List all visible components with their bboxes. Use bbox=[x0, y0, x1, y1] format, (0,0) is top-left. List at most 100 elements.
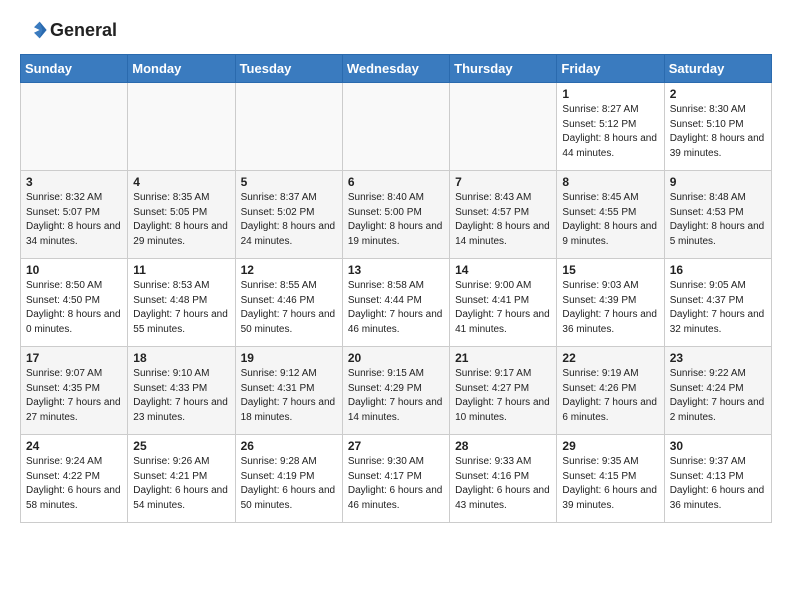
day-number: 27 bbox=[348, 439, 444, 453]
day-number: 9 bbox=[670, 175, 766, 189]
day-info: Sunrise: 8:53 AM Sunset: 4:48 PM Dayligh… bbox=[133, 279, 229, 337]
day-info: Sunrise: 9:03 AM Sunset: 4:39 PM Dayligh… bbox=[562, 279, 658, 337]
day-info: Sunrise: 9:10 AM Sunset: 4:33 PM Dayligh… bbox=[133, 367, 229, 425]
day-info: Sunrise: 9:24 AM Sunset: 4:22 PM Dayligh… bbox=[26, 455, 122, 513]
weekday-monday: Monday bbox=[128, 55, 235, 83]
week-row-2: 3Sunrise: 8:32 AM Sunset: 5:07 PM Daylig… bbox=[21, 171, 772, 259]
day-info: Sunrise: 8:30 AM Sunset: 5:10 PM Dayligh… bbox=[670, 103, 766, 161]
day-info: Sunrise: 9:26 AM Sunset: 4:21 PM Dayligh… bbox=[133, 455, 229, 513]
logo-text: General bbox=[50, 20, 117, 41]
day-info: Sunrise: 8:50 AM Sunset: 4:50 PM Dayligh… bbox=[26, 279, 122, 337]
day-number: 14 bbox=[455, 263, 551, 277]
day-info: Sunrise: 8:48 AM Sunset: 4:53 PM Dayligh… bbox=[670, 191, 766, 249]
day-number: 11 bbox=[133, 263, 229, 277]
day-number: 20 bbox=[348, 351, 444, 365]
day-info: Sunrise: 8:37 AM Sunset: 5:02 PM Dayligh… bbox=[241, 191, 337, 249]
week-row-3: 10Sunrise: 8:50 AM Sunset: 4:50 PM Dayli… bbox=[21, 259, 772, 347]
day-number: 8 bbox=[562, 175, 658, 189]
day-cell: 1Sunrise: 8:27 AM Sunset: 5:12 PM Daylig… bbox=[557, 83, 664, 171]
day-info: Sunrise: 9:15 AM Sunset: 4:29 PM Dayligh… bbox=[348, 367, 444, 425]
logo-name: General bbox=[20, 16, 117, 44]
day-number: 16 bbox=[670, 263, 766, 277]
day-info: Sunrise: 9:00 AM Sunset: 4:41 PM Dayligh… bbox=[455, 279, 551, 337]
weekday-header-row: SundayMondayTuesdayWednesdayThursdayFrid… bbox=[21, 55, 772, 83]
day-cell: 19 Sunrise: 9:12 AM Sunset: 4:31 PM Dayli… bbox=[235, 347, 342, 435]
day-cell: 23Sunrise: 9:22 AM Sunset: 4:24 PM Dayli… bbox=[664, 347, 771, 435]
weekday-sunday: Sunday bbox=[21, 55, 128, 83]
weekday-wednesday: Wednesday bbox=[342, 55, 449, 83]
logo-icon bbox=[20, 16, 48, 44]
day-number: 17 bbox=[26, 351, 122, 365]
day-number: 25 bbox=[133, 439, 229, 453]
day-cell bbox=[235, 83, 342, 171]
day-info: Sunrise: 9:33 AM Sunset: 4:16 PM Dayligh… bbox=[455, 455, 551, 513]
day-number: 19 bbox=[241, 351, 337, 365]
day-cell: 10Sunrise: 8:50 AM Sunset: 4:50 PM Dayli… bbox=[21, 259, 128, 347]
day-number: 30 bbox=[670, 439, 766, 453]
day-cell: 29 Sunrise: 9:35 AM Sunset: 4:15 PM Dayli… bbox=[557, 435, 664, 523]
day-cell bbox=[450, 83, 557, 171]
day-info: Sunrise: 8:35 AM Sunset: 5:05 PM Dayligh… bbox=[133, 191, 229, 249]
weekday-saturday: Saturday bbox=[664, 55, 771, 83]
header: General bbox=[20, 16, 772, 44]
week-row-4: 17Sunrise: 9:07 AM Sunset: 4:35 PM Dayli… bbox=[21, 347, 772, 435]
day-number: 18 bbox=[133, 351, 229, 365]
day-number: 6 bbox=[348, 175, 444, 189]
day-number: 7 bbox=[455, 175, 551, 189]
day-cell: 8 Sunrise: 8:45 AM Sunset: 4:55 PM Daylig… bbox=[557, 171, 664, 259]
calendar: SundayMondayTuesdayWednesdayThursdayFrid… bbox=[20, 54, 772, 523]
day-number: 4 bbox=[133, 175, 229, 189]
day-number: 24 bbox=[26, 439, 122, 453]
day-cell: 14 Sunrise: 9:00 AM Sunset: 4:41 PM Dayli… bbox=[450, 259, 557, 347]
day-info: Sunrise: 8:27 AM Sunset: 5:12 PM Dayligh… bbox=[562, 103, 658, 161]
weekday-thursday: Thursday bbox=[450, 55, 557, 83]
day-number: 3 bbox=[26, 175, 122, 189]
day-cell: 26 Sunrise: 9:28 AM Sunset: 4:19 PM Dayli… bbox=[235, 435, 342, 523]
day-info: Sunrise: 8:58 AM Sunset: 4:44 PM Dayligh… bbox=[348, 279, 444, 337]
day-info: Sunrise: 8:45 AM Sunset: 4:55 PM Dayligh… bbox=[562, 191, 658, 249]
day-cell: 3Sunrise: 8:32 AM Sunset: 5:07 PM Daylig… bbox=[21, 171, 128, 259]
day-cell: 21 Sunrise: 9:17 AM Sunset: 4:27 PM Dayli… bbox=[450, 347, 557, 435]
day-cell: 9 Sunrise: 8:48 AM Sunset: 4:53 PM Daylig… bbox=[664, 171, 771, 259]
day-cell bbox=[128, 83, 235, 171]
day-cell: 27Sunrise: 9:30 AM Sunset: 4:17 PM Dayli… bbox=[342, 435, 449, 523]
day-number: 23 bbox=[670, 351, 766, 365]
day-info: Sunrise: 9:17 AM Sunset: 4:27 PM Dayligh… bbox=[455, 367, 551, 425]
day-cell: 17Sunrise: 9:07 AM Sunset: 4:35 PM Dayli… bbox=[21, 347, 128, 435]
day-number: 21 bbox=[455, 351, 551, 365]
day-number: 12 bbox=[241, 263, 337, 277]
week-row-1: 1Sunrise: 8:27 AM Sunset: 5:12 PM Daylig… bbox=[21, 83, 772, 171]
day-cell: 13 Sunrise: 8:58 AM Sunset: 4:44 PM Dayli… bbox=[342, 259, 449, 347]
day-info: Sunrise: 9:12 AM Sunset: 4:31 PM Dayligh… bbox=[241, 367, 337, 425]
day-cell: 5Sunrise: 8:37 AM Sunset: 5:02 PM Daylig… bbox=[235, 171, 342, 259]
day-info: Sunrise: 9:28 AM Sunset: 4:19 PM Dayligh… bbox=[241, 455, 337, 513]
day-cell bbox=[342, 83, 449, 171]
day-info: Sunrise: 9:05 AM Sunset: 4:37 PM Dayligh… bbox=[670, 279, 766, 337]
day-cell: 16 Sunrise: 9:05 AM Sunset: 4:37 PM Dayli… bbox=[664, 259, 771, 347]
day-cell: 2 Sunrise: 8:30 AM Sunset: 5:10 PM Daylig… bbox=[664, 83, 771, 171]
day-cell: 4 Sunrise: 8:35 AM Sunset: 5:05 PM Daylig… bbox=[128, 171, 235, 259]
day-cell: 25 Sunrise: 9:26 AM Sunset: 4:21 PM Dayli… bbox=[128, 435, 235, 523]
day-cell: 12 Sunrise: 8:55 AM Sunset: 4:46 PM Dayli… bbox=[235, 259, 342, 347]
day-info: Sunrise: 9:35 AM Sunset: 4:15 PM Dayligh… bbox=[562, 455, 658, 513]
day-number: 29 bbox=[562, 439, 658, 453]
day-info: Sunrise: 8:43 AM Sunset: 4:57 PM Dayligh… bbox=[455, 191, 551, 249]
day-number: 15 bbox=[562, 263, 658, 277]
page: General SundayMondayTuesdayWednesdayThur… bbox=[0, 0, 792, 533]
week-row-5: 24 Sunrise: 9:24 AM Sunset: 4:22 PM Dayli… bbox=[21, 435, 772, 523]
day-cell: 28 Sunrise: 9:33 AM Sunset: 4:16 PM Dayli… bbox=[450, 435, 557, 523]
day-number: 22 bbox=[562, 351, 658, 365]
day-number: 28 bbox=[455, 439, 551, 453]
day-cell: 20 Sunrise: 9:15 AM Sunset: 4:29 PM Dayli… bbox=[342, 347, 449, 435]
day-info: Sunrise: 9:37 AM Sunset: 4:13 PM Dayligh… bbox=[670, 455, 766, 513]
day-cell: 15 Sunrise: 9:03 AM Sunset: 4:39 PM Dayli… bbox=[557, 259, 664, 347]
day-number: 13 bbox=[348, 263, 444, 277]
day-info: Sunrise: 9:19 AM Sunset: 4:26 PM Dayligh… bbox=[562, 367, 658, 425]
day-number: 26 bbox=[241, 439, 337, 453]
logo: General bbox=[20, 16, 117, 44]
day-cell: 30 Sunrise: 9:37 AM Sunset: 4:13 PM Dayli… bbox=[664, 435, 771, 523]
day-number: 2 bbox=[670, 87, 766, 101]
day-info: Sunrise: 8:55 AM Sunset: 4:46 PM Dayligh… bbox=[241, 279, 337, 337]
day-cell: 6Sunrise: 8:40 AM Sunset: 5:00 PM Daylig… bbox=[342, 171, 449, 259]
weekday-tuesday: Tuesday bbox=[235, 55, 342, 83]
